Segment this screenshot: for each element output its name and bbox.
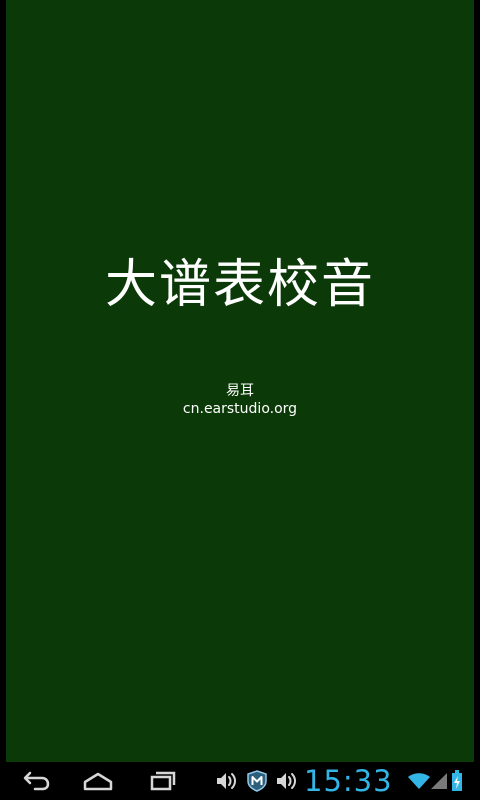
recent-apps-icon bbox=[150, 771, 176, 791]
splash-screen: 大谱表校音 易耳 cn.earstudio.org bbox=[6, 0, 474, 762]
system-bar: 15:33 bbox=[0, 762, 480, 800]
home-icon bbox=[83, 772, 113, 791]
status-clock[interactable]: 15:33 bbox=[304, 764, 393, 798]
volume-icon bbox=[277, 773, 296, 789]
app-title: 大谱表校音 bbox=[104, 255, 375, 315]
author-name: 易耳 bbox=[226, 383, 254, 399]
wifi-icon bbox=[408, 773, 430, 789]
battery-status bbox=[451, 770, 463, 792]
notification-volume[interactable] bbox=[213, 768, 239, 794]
battery-charging-icon bbox=[452, 770, 462, 791]
recent-apps-button[interactable] bbox=[138, 766, 186, 796]
notification-volume[interactable] bbox=[273, 768, 299, 794]
screen: 大谱表校音 易耳 cn.earstudio.org 15:33 bbox=[0, 0, 480, 800]
notification-app-m[interactable] bbox=[244, 768, 270, 794]
home-button[interactable] bbox=[74, 766, 122, 796]
m-shield-icon bbox=[247, 770, 267, 792]
signal-icon bbox=[431, 773, 447, 789]
signal-status bbox=[431, 770, 447, 792]
wifi-status bbox=[408, 770, 430, 792]
back-button[interactable] bbox=[12, 766, 60, 796]
volume-icon bbox=[217, 773, 236, 789]
back-icon bbox=[23, 771, 50, 791]
website-url: cn.earstudio.org bbox=[182, 401, 298, 417]
